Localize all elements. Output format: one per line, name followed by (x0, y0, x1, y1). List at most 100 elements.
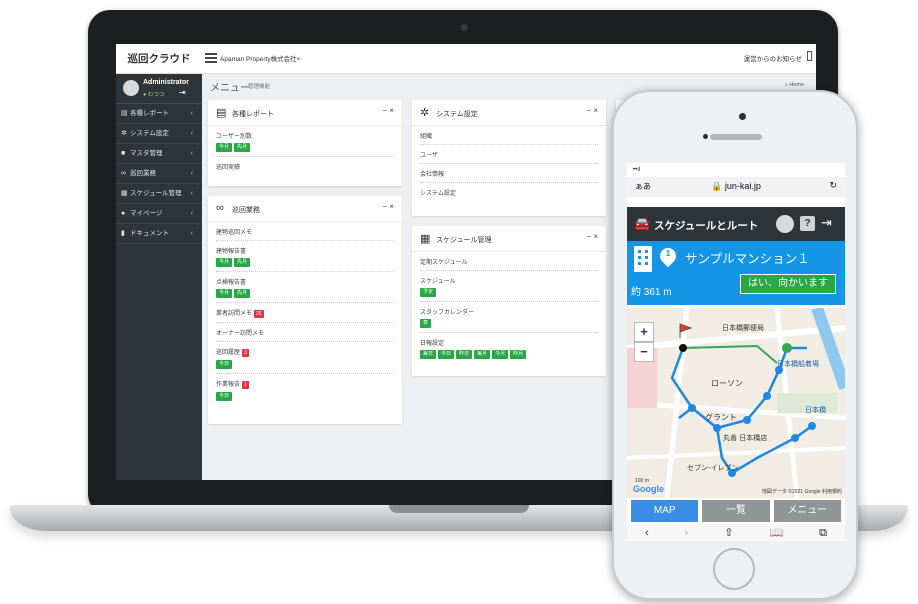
tabs-icon[interactable]: ⧉ (819, 524, 827, 541)
map-credit[interactable]: 地図データ ©2021 Google 利用規約 (762, 488, 842, 495)
address-bar[interactable]: ぁあ 🔒 jun-kai.jp ↻ (627, 177, 845, 197)
user-status: ● わつつ (143, 92, 165, 98)
sidebar-item-system[interactable]: ✲ システム設定 ‹ (116, 124, 202, 144)
row-label: スタッフカレンダー (420, 310, 475, 316)
tag[interactable]: 今日 (438, 350, 455, 359)
zoom-out-button[interactable]: − (634, 342, 654, 362)
url-label: jun-kai.jp (724, 181, 761, 191)
notice-icon[interactable] (807, 51, 812, 61)
list-item[interactable]: 組織 (420, 126, 598, 145)
car-icon: 🚘 (634, 216, 651, 231)
tab-menu[interactable]: メニュー (773, 500, 841, 522)
tag[interactable]: 昨月 (510, 350, 527, 359)
list-item[interactable]: スケジュール 予定 (420, 271, 598, 302)
card-title: システム設定 (436, 111, 478, 118)
list-item[interactable]: 巡回履歴 3 今日 (216, 342, 394, 374)
tab-list[interactable]: 一覧 (702, 500, 770, 522)
row-label: 建物巡回メモ (216, 230, 253, 236)
sidebar-item-document[interactable]: ▮ ドキュメント ‹ (116, 224, 202, 244)
home-button[interactable] (713, 548, 755, 590)
logout-icon[interactable]: ⇥ (179, 88, 186, 97)
tag[interactable]: 今月 (492, 350, 509, 359)
sidebar-item-mypage[interactable]: ● マイページ ‹ (116, 204, 202, 224)
company-name: Apaman Property株式会社× (220, 56, 301, 63)
binoculars-icon: ∞ (121, 170, 126, 177)
forward-icon[interactable]: › (685, 524, 689, 541)
tag[interactable]: 先月 (234, 258, 251, 267)
brand-logo[interactable]: 巡回クラウド (116, 44, 202, 74)
card-tools[interactable]: − × (382, 106, 394, 115)
card-tools[interactable]: − × (586, 232, 598, 241)
notice-link[interactable]: 運営からのお知らせ (744, 53, 802, 63)
hamburger-menu-icon[interactable] (205, 53, 217, 63)
chevron-left-icon: ‹ (190, 190, 193, 197)
card-tools[interactable]: − × (586, 106, 598, 115)
bookmarks-icon[interactable]: 📖 (769, 524, 783, 541)
tag[interactable]: 今月 (216, 258, 233, 267)
tag[interactable]: 表 (420, 319, 432, 328)
list-item[interactable]: ユーザ (420, 145, 598, 164)
home-link[interactable]: ⌂ Home (784, 82, 804, 88)
map-label: ローソン (711, 379, 743, 388)
logout-icon[interactable]: ⇥ (821, 215, 832, 231)
map-label: 丸善 日本橋店 (723, 433, 767, 442)
list-item[interactable]: 日報設定 毎日 今日 昨日 毎月 今月 昨月 (420, 333, 598, 363)
distance: 約 361 m (631, 287, 672, 298)
tag[interactable]: 先月 (234, 289, 251, 298)
report-icon: ▤ (121, 110, 128, 117)
go-button[interactable]: はい、向かいます (740, 274, 836, 294)
back-icon[interactable]: ‹ (645, 524, 649, 541)
sidebar-item-patrol[interactable]: ∞ 巡回業務 ‹ (116, 164, 202, 184)
reload-icon[interactable]: ↻ (829, 180, 837, 191)
calendar-icon: ▦ (420, 233, 431, 245)
chevron-left-icon: ‹ (190, 130, 193, 137)
tag[interactable]: 昨日 (456, 350, 473, 359)
card-reports: ▤ 各種レポート − × ユーザー別数 今月 先月 巡回実績 (208, 100, 402, 186)
help-icon[interactable]: ? (800, 216, 815, 231)
sidebar-item-schedule[interactable]: ▦ スケジュール管理 ‹ (116, 184, 202, 204)
tag[interactable]: 今月 (216, 143, 233, 152)
card-header: ✲ システム設定 − × (412, 100, 606, 126)
card-title: 各種レポート (232, 111, 274, 118)
chevron-left-icon: ‹ (190, 230, 193, 237)
tag[interactable]: 毎月 (474, 350, 491, 359)
list-item[interactable]: 業者訪問メモ 26 (216, 303, 394, 323)
tag[interactable]: 毎日 (420, 350, 437, 359)
card-tools[interactable]: − × (382, 202, 394, 211)
list-item[interactable]: 建物巡回メモ (216, 222, 394, 241)
tag[interactable]: 予定 (420, 288, 437, 297)
list-item[interactable]: オーナー訪問メモ (216, 323, 394, 342)
list-item[interactable]: 定期スケジュール (420, 252, 598, 271)
list-item[interactable]: 作業報告 1 今日 (216, 374, 394, 405)
list-item[interactable]: 建物報告書 今月 先月 (216, 241, 394, 272)
page-subtitle: 管理機能 (248, 84, 271, 90)
tag[interactable]: 今月 (216, 289, 233, 298)
list-item[interactable]: ユーザー別数 今月 先月 (216, 126, 394, 157)
avatar[interactable] (776, 215, 794, 233)
tag[interactable]: 先月 (234, 143, 251, 152)
earpiece (710, 134, 762, 140)
card-schedule: ▦ スケジュール管理 − × 定期スケジュール スケジュール 予定 スタッフカレン… (412, 226, 606, 376)
map-label: グラント (705, 412, 737, 422)
card-system: ✲ システム設定 − × 組織 ユーザ 会社情報 システム設定 (412, 100, 606, 216)
tag[interactable]: 今日 (216, 392, 233, 401)
company-close-icon[interactable]: × (297, 56, 301, 63)
app-title: スケジュールとルート (654, 220, 759, 232)
row-label: 巡回履歴 (216, 350, 241, 356)
sidebar-item-label: マスタ管理 (130, 150, 163, 157)
sidebar-item-reports[interactable]: ▤ 各種レポート ‹ (116, 104, 202, 124)
list-item[interactable]: 巡回実績 (216, 157, 394, 175)
list-item[interactable]: スタッフカレンダー表 (420, 302, 598, 333)
front-camera (739, 113, 746, 120)
list-item[interactable]: 点検報告書 今月 先月 (216, 272, 394, 303)
avatar[interactable] (123, 80, 139, 96)
sidebar-item-master[interactable]: ■ マスタ管理 ‹ (116, 144, 202, 164)
zoom-in-button[interactable]: + (634, 322, 654, 342)
route-map[interactable]: 日本橋郵便局 日本橋船着場 日本橋 ローソン グラント 丸善 日本橋店 セブン-… (627, 308, 845, 498)
calendar-icon: ▦ (121, 190, 128, 197)
tab-map[interactable]: MAP (631, 500, 699, 522)
tag[interactable]: 今日 (216, 360, 233, 369)
share-icon[interactable]: ⇧ (724, 524, 733, 541)
list-item[interactable]: システム設定 (420, 183, 598, 201)
list-item[interactable]: 会社情報 (420, 164, 598, 183)
